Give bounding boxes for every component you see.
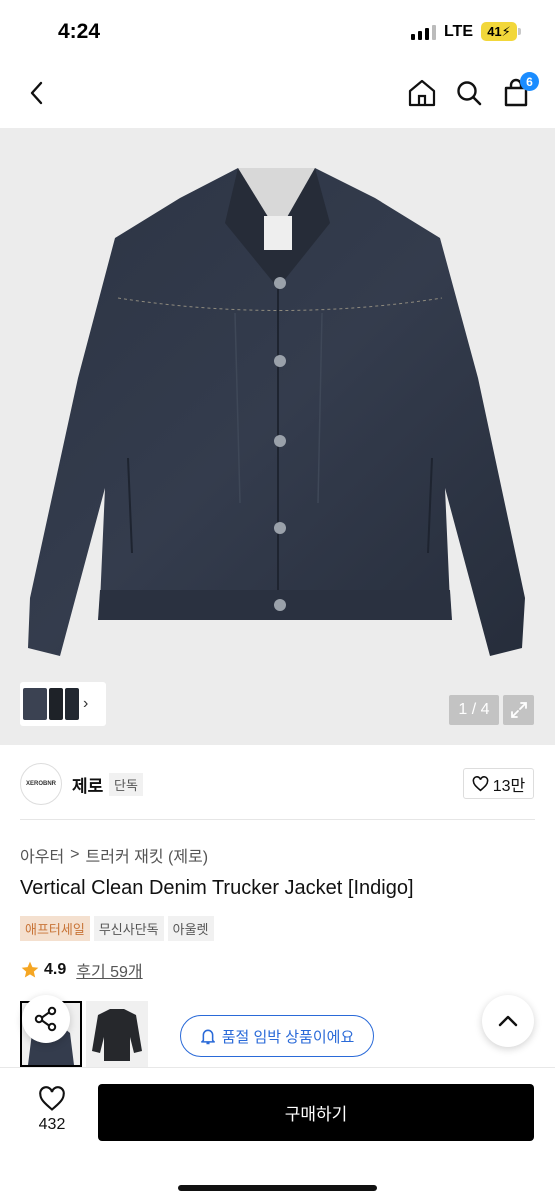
battery-icon: 41 ⚡ <box>481 22 521 41</box>
chevron-up-icon <box>498 1015 518 1027</box>
breadcrumb-subcategory[interactable]: 트러커 재킷 (제로) <box>86 843 209 867</box>
breadcrumb-category[interactable]: 아우터 <box>20 843 64 867</box>
chevron-left-icon <box>30 81 43 105</box>
color-option-black[interactable] <box>86 1001 148 1067</box>
jacket-thumbnail <box>92 1009 142 1061</box>
thumbnail-1[interactable] <box>23 688 47 720</box>
status-time: 4:24 <box>58 20 101 43</box>
brand-like-button[interactable]: 13만 <box>463 768 534 799</box>
home-indicator <box>178 1185 377 1191</box>
status-bar: 4:24 LTE 41 ⚡ <box>0 0 555 62</box>
expand-button[interactable] <box>503 695 534 725</box>
bell-icon <box>200 1029 215 1044</box>
review-count-link[interactable]: 후기 59개 <box>76 958 142 982</box>
network-type: LTE <box>443 22 473 40</box>
back-button[interactable] <box>20 76 54 110</box>
buy-button[interactable]: 구매하기 <box>98 1084 534 1141</box>
brand-like-count: 13만 <box>492 777 526 795</box>
search-button[interactable] <box>452 76 486 110</box>
product-tags: 애프터세일 무신사단독 아울렛 <box>20 916 214 941</box>
signal-icon <box>410 24 436 40</box>
share-icon <box>34 1006 57 1032</box>
chevron-right-icon: › <box>83 695 89 712</box>
home-icon <box>408 79 436 107</box>
top-nav: 6 <box>0 62 555 128</box>
tag-exclusive: 무신사단독 <box>93 916 164 941</box>
product-image <box>28 168 525 656</box>
heart-icon <box>39 1086 65 1111</box>
divider <box>20 819 535 820</box>
image-counter: 1 / 4 <box>449 695 499 725</box>
status-indicators: LTE 41 ⚡ <box>410 22 521 41</box>
tag-outlet: 아울렛 <box>167 916 214 941</box>
home-button[interactable] <box>405 76 439 110</box>
expand-icon <box>510 702 527 718</box>
cart-button[interactable]: 6 <box>499 72 539 110</box>
brand-logo[interactable]: XEROBNR <box>20 763 62 805</box>
scroll-top-button[interactable] <box>482 995 534 1047</box>
thumbnail-2[interactable] <box>49 688 63 720</box>
brand-row[interactable]: XEROBNR 제로 단독 13만 <box>0 745 555 820</box>
breadcrumb: 아우터 > 트러커 재킷 (제로) <box>20 843 208 867</box>
cart-count-badge: 6 <box>520 72 539 91</box>
product-image-gallery[interactable]: › 1 / 4 <box>0 128 555 745</box>
low-stock-notice: 품절 임박 상품이에요 <box>180 1015 374 1057</box>
wishlist-count: 432 <box>38 1116 66 1133</box>
rating-row[interactable]: 4.9 후기 59개 <box>20 958 143 982</box>
brand-name[interactable]: 제로 <box>72 772 103 797</box>
search-icon <box>457 81 482 106</box>
chevron-right-icon: > <box>70 846 80 863</box>
gallery-thumbnail-strip[interactable]: › <box>20 682 106 726</box>
bottom-action-bar: 432 구매하기 <box>0 1067 555 1200</box>
battery-level: 41 <box>487 24 502 39</box>
tag-after-sale: 애프터세일 <box>20 916 90 941</box>
share-button[interactable] <box>22 995 70 1043</box>
heart-icon <box>472 775 489 791</box>
thumbnail-3[interactable] <box>65 688 79 720</box>
star-icon <box>21 961 39 978</box>
product-title: Vertical Clean Denim Trucker Jacket [Ind… <box>20 877 414 899</box>
rating-score: 4.9 <box>44 961 67 978</box>
brand-exclusive-tag: 단독 <box>109 773 143 796</box>
wishlist-button[interactable]: 432 <box>26 1086 78 1134</box>
low-stock-text: 품절 임박 상품이에요 <box>221 1028 355 1046</box>
